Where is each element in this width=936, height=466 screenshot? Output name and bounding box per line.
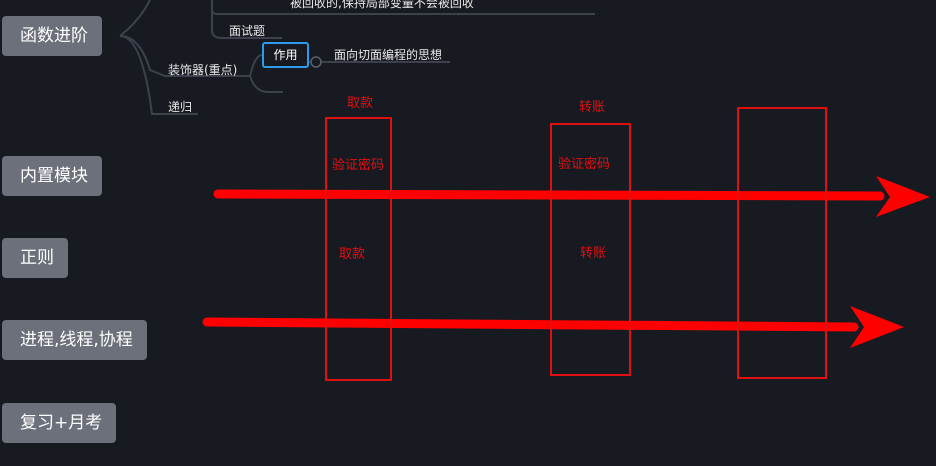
empty-box (737, 107, 827, 379)
decorator-subtopic[interactable]: 装饰器(重点) (168, 61, 237, 78)
role-description[interactable]: 面向切面编程的思想 (334, 46, 442, 63)
transfer-inner-label: 转账 (580, 246, 607, 261)
verify-password-label-2: 验证密码 (558, 157, 611, 172)
transfer-title: 转账 (579, 100, 606, 115)
topic-builtin-modules[interactable]: 内置模块 (2, 156, 102, 196)
topic-function-advanced[interactable]: 函数进阶 (2, 16, 102, 56)
withdraw-inner-label: 取款 (339, 247, 366, 262)
canvas: 被回收的,保持局部变量不会被回收 面试题 函数进阶 内置模块 正则 进程,线程,… (0, 0, 936, 466)
topic-review-exam[interactable]: 复习+月考 (2, 403, 117, 443)
recursion-subtopic[interactable]: 递归 (168, 98, 192, 115)
interview-subtopic[interactable]: 面试题 (229, 22, 265, 39)
topic-process-thread-coroutine[interactable]: 进程,线程,协程 (2, 320, 147, 360)
role-tag[interactable]: 作用 (262, 42, 309, 68)
withdraw-title: 取款 (347, 96, 374, 111)
verify-password-label-1: 验证密码 (332, 158, 385, 173)
closure-note-text: 被回收的,保持局部变量不会被回收 (290, 0, 474, 10)
topic-regex[interactable]: 正则 (2, 238, 68, 278)
